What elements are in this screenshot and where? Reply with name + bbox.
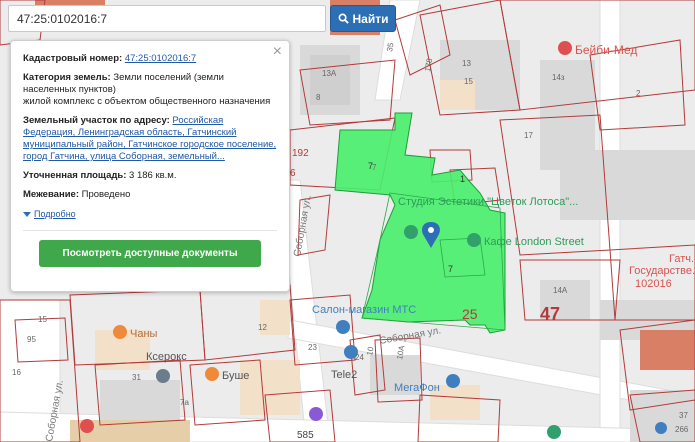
poi-label-gov: Государстве... (629, 265, 695, 277)
house-number: 2 (636, 89, 641, 98)
cadastral-number-link[interactable]: 47:25:0102016:7 (125, 53, 196, 64)
parcel-number: 102016 (635, 278, 672, 290)
poi-label-gatch: Гатч... (669, 253, 695, 265)
house-number: 95 (27, 335, 36, 344)
house-number: 16 (12, 368, 21, 377)
poi-label-bushe: Буше (222, 370, 249, 382)
poi-icon-megafon (446, 374, 460, 388)
survey-value: Проведено (81, 189, 131, 200)
block-number: 192 (292, 148, 309, 159)
chevron-down-icon (23, 211, 31, 217)
search-icon (338, 13, 349, 24)
cadastral-number-label: Кадастровый номер: (23, 53, 123, 64)
house-number: 13 (462, 59, 471, 68)
area-value: 3 186 кв.м. (129, 170, 177, 181)
house-number: 37 (679, 411, 688, 420)
address-row: Земельный участок по адресу: Российская … (23, 115, 277, 163)
parcel-number: 7 (448, 264, 453, 274)
house-number: 13А (322, 69, 337, 78)
house-number: 31 (132, 373, 141, 382)
house-number: 17 (524, 131, 533, 140)
poi-icon-bus (655, 422, 667, 434)
house-number: 15 (464, 77, 473, 86)
survey-label: Межевание: (23, 189, 79, 200)
divider (23, 229, 277, 231)
view-documents-button[interactable]: Посмотреть доступные документы (39, 239, 261, 267)
poi-icon-bottom (80, 419, 94, 433)
details-link-label: Подробно (34, 209, 76, 219)
poi-icon-bottom2 (547, 425, 561, 439)
block-number: 6 (290, 168, 296, 179)
survey-row: Межевание: Проведено (23, 189, 277, 201)
house-number: 24 (355, 353, 364, 362)
cadastral-number-row: Кадастровый номер: 47:25:0102016:7 (23, 53, 277, 65)
poi-label-tele2: Tele2 (331, 369, 357, 381)
land-use-value: жилой комплекс с объектом общественного … (23, 96, 271, 107)
poi-label-babymed: Бейби-Мед (575, 43, 637, 57)
search-input[interactable]: 47:25:0102016:7 (8, 5, 326, 32)
house-number: 266 (675, 425, 689, 434)
block-number: 25 (462, 306, 478, 322)
poi-label-xerox: Ксерокс (146, 351, 187, 363)
poi-icon-mts (336, 320, 350, 334)
house-number: 585 (297, 430, 314, 441)
details-link[interactable]: Подробно (23, 208, 76, 220)
house-number: 23 (308, 343, 317, 352)
poi-label-chany: Чаны (130, 328, 158, 340)
house-number: 15 (38, 315, 47, 324)
house-number: 7 (372, 163, 377, 172)
house-number: 14з (552, 73, 565, 82)
poi-icon-cafe (467, 233, 481, 247)
poi-icon-babymed (558, 41, 572, 55)
search-button-label: Найти (352, 11, 389, 26)
parcel-number: 1 (460, 174, 465, 184)
close-icon[interactable]: × (273, 44, 282, 60)
house-number: 8 (316, 93, 321, 102)
house-number: 12 (258, 323, 267, 332)
poi-icon-bushe (205, 367, 219, 381)
area-label: Уточненная площадь: (23, 170, 127, 181)
parcel-info-popup: × Кадастровый номер: 47:25:0102016:7 Кат… (10, 40, 290, 292)
poi-label-studio: Студия Эстетики "Цветок Лотоса"... (398, 196, 578, 208)
house-number: 14А (553, 286, 568, 295)
land-category-row: Категория земель: Земли поселений (земли… (23, 72, 277, 108)
poi-icon-studio (404, 225, 418, 239)
poi-label-cafe: Кафе London Street (484, 236, 584, 248)
poi-icon-shop (309, 407, 323, 421)
land-category-label: Категория земель: (23, 72, 111, 83)
poi-icon-chany (113, 325, 127, 339)
address-label: Земельный участок по адресу: (23, 115, 170, 126)
area-row: Уточненная площадь: 3 186 кв.м. (23, 170, 277, 182)
poi-icon-xerox (156, 369, 170, 383)
poi-label-megafon: МегаФон (394, 382, 440, 394)
poi-label-mts: Салон-магазин МТС (312, 304, 416, 316)
search-button[interactable]: Найти (330, 5, 396, 32)
house-number: 7а (180, 398, 189, 407)
block-number: 47 (540, 304, 560, 324)
